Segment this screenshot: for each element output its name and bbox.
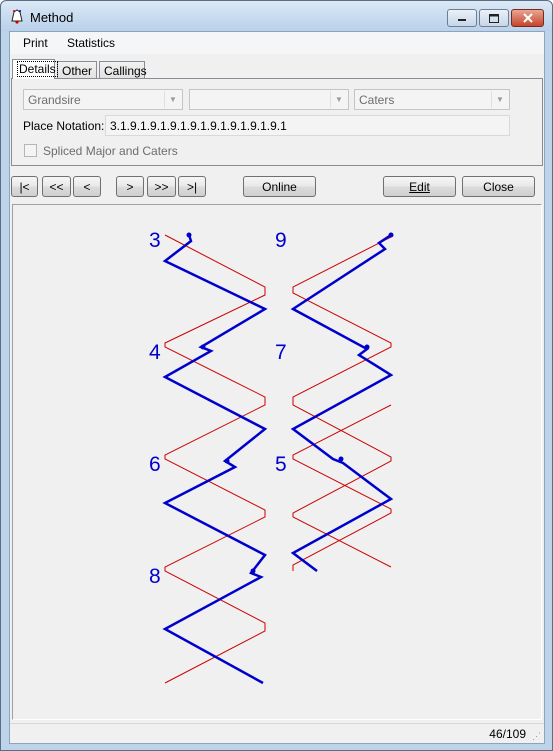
method-lines-svg: 3 4 6 8 9 7 5 [149, 229, 394, 685]
lead-number: 7 [275, 341, 287, 364]
lead-number: 8 [149, 565, 161, 588]
tab-other[interactable]: Other [57, 61, 97, 79]
prev-page-button[interactable]: << [42, 176, 71, 197]
stage-combo-value: Caters [359, 93, 395, 107]
lead-number: 6 [149, 453, 161, 476]
status-page: 46/109 [489, 727, 526, 741]
place-notation-field[interactable]: 3.1.9.1.9.1.9.1.9.1.9.1.9.1.9.1.9.1 [105, 115, 510, 136]
status-bar: 46/109 ⋰ [10, 723, 544, 743]
next-button[interactable]: > [116, 176, 144, 197]
tab-details[interactable]: Details [12, 59, 58, 79]
method-window: Method Print Statistics Details Other Ca… [0, 0, 553, 751]
method-diagram: 3 4 6 8 9 7 5 [12, 204, 542, 720]
edit-button[interactable]: Edit [383, 176, 456, 197]
first-button[interactable]: |< [11, 176, 38, 197]
bell-app-icon [11, 9, 23, 24]
chevron-down-icon: ▼ [330, 91, 347, 108]
title-bar[interactable]: Method [1, 1, 552, 31]
menu-bar: Print Statistics [10, 32, 544, 54]
details-panel: Grandsire ▼ ▼ Caters ▼ Place Notation: 3… [11, 78, 543, 166]
lead-end-dot [388, 232, 394, 238]
lead-numbers: 3 4 6 8 9 7 5 [149, 229, 287, 588]
stage-combo[interactable]: Caters ▼ [354, 89, 510, 110]
tab-callings[interactable]: Callings [99, 61, 147, 79]
lead-end-dot [364, 344, 370, 350]
menu-print[interactable]: Print [23, 36, 48, 50]
lead-end-dot [186, 232, 192, 238]
close-button[interactable]: Close [462, 176, 535, 197]
resize-grip-icon[interactable]: ⋰ [532, 731, 542, 741]
spliced-checkbox[interactable] [24, 144, 37, 157]
close-window-button[interactable] [511, 9, 544, 27]
last-button[interactable]: >| [178, 176, 206, 197]
lead-end-dot [200, 344, 206, 350]
online-button[interactable]: Online [243, 176, 316, 197]
method-combo-value: Grandsire [28, 93, 81, 107]
minimize-icon [458, 19, 466, 21]
lead-number: 4 [149, 341, 161, 364]
lead-end-dot [250, 568, 256, 574]
lead-number: 5 [275, 453, 287, 476]
menu-statistics[interactable]: Statistics [67, 36, 115, 50]
spliced-label: Spliced Major and Caters [43, 144, 178, 158]
method-combo[interactable]: Grandsire ▼ [23, 89, 183, 110]
maximize-icon [489, 13, 499, 23]
lead-number: 9 [275, 229, 287, 252]
chevron-down-icon: ▼ [164, 91, 181, 108]
window-title: Method [30, 10, 74, 25]
chevron-down-icon: ▼ [491, 91, 508, 108]
close-icon [522, 13, 533, 23]
lead-number: 3 [149, 229, 161, 252]
place-notation-label: Place Notation: [23, 119, 105, 133]
maximize-button[interactable] [479, 9, 509, 27]
lead-end-dot [338, 456, 344, 462]
client-area: Print Statistics Details Other Callings … [9, 31, 545, 744]
variant-combo[interactable]: ▼ [189, 89, 349, 110]
lead-end-dot [224, 458, 230, 464]
blue-line-left [162, 234, 268, 685]
next-page-button[interactable]: >> [147, 176, 176, 197]
minimize-button[interactable] [447, 9, 477, 27]
prev-button[interactable]: < [73, 176, 101, 197]
